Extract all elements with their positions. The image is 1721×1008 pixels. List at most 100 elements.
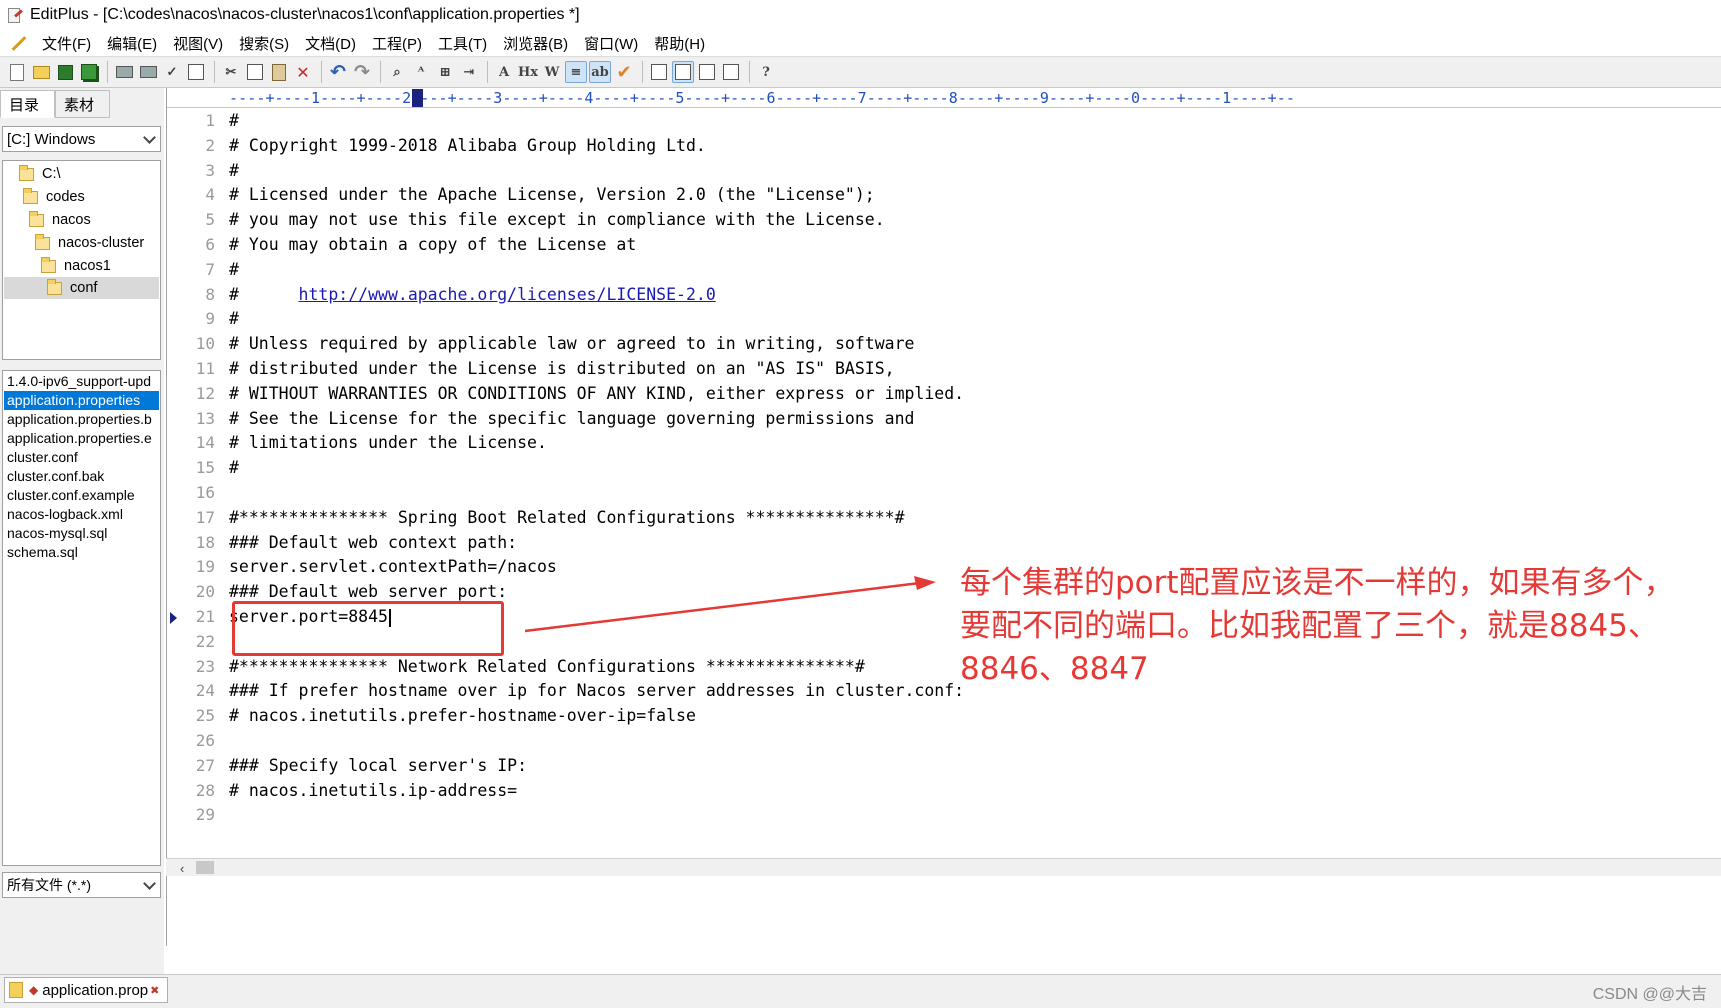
menu-project[interactable]: 工程(P) (372, 33, 422, 54)
check-button[interactable]: ✔ (613, 61, 635, 83)
open-file-button[interactable] (30, 61, 52, 83)
file-list-item[interactable]: 1.4.0-ipv6_support-upd (4, 372, 159, 391)
goto-line-button[interactable]: ⇥ (458, 61, 480, 83)
cut-button[interactable]: ✂ (220, 61, 242, 83)
line-number-button[interactable]: ≡ (565, 61, 587, 83)
file-list-item[interactable]: nacos-mysql.sql (4, 524, 159, 543)
file-list-item[interactable]: application.properties.b (4, 410, 159, 429)
save-all-button[interactable] (78, 61, 100, 83)
menu-window[interactable]: 窗口(W) (584, 33, 638, 54)
close-icon[interactable]: ✖ (150, 984, 159, 997)
file-list-item[interactable]: nacos-logback.xml (4, 505, 159, 524)
print-preview-icon (115, 66, 133, 78)
code-line[interactable]: # you may not use this file except in co… (229, 209, 885, 232)
file-list-item-selected[interactable]: application.properties (4, 391, 159, 410)
menu-help[interactable]: 帮助(H) (654, 33, 705, 54)
menu-edit[interactable]: 编辑(E) (107, 33, 157, 54)
help-button[interactable]: ? (755, 61, 777, 83)
code-line[interactable]: # limitations under the License. (229, 432, 547, 455)
find-button[interactable]: ⌕ (386, 61, 408, 83)
replace-button[interactable]: ᴬ (410, 61, 432, 83)
file-list-item[interactable]: cluster.conf (4, 448, 159, 467)
file-list-item[interactable]: schema.sql (4, 543, 159, 562)
document-tab[interactable]: ◆ application.prop ✖ (4, 977, 169, 1003)
code-line[interactable]: # See the License for the specific langu… (229, 408, 914, 431)
code-line[interactable]: ### If prefer hostname over ip for Nacos… (229, 680, 964, 703)
ruler-button[interactable]: ab (589, 61, 611, 83)
line-number: 2 (205, 135, 215, 155)
tab-cliptext[interactable]: 素材 (55, 90, 110, 118)
code-line[interactable]: # (229, 308, 239, 331)
menu-file[interactable]: 文件(F) (42, 33, 91, 54)
watermark: CSDN @@大吉 (1592, 986, 1707, 1003)
checkmark-icon: ✔ (616, 61, 632, 83)
scrollbar-thumb[interactable] (196, 861, 214, 874)
license-link[interactable]: http://www.apache.org/licenses/LICENSE-2… (299, 285, 716, 304)
scroll-left-icon[interactable]: ‹ (180, 861, 184, 876)
code-line-text: # You may obtain a copy of the License a… (229, 235, 637, 254)
toolbar-separator (214, 61, 215, 83)
tab-directory[interactable]: 目录 (0, 90, 55, 118)
code-line[interactable]: #*************** Network Related Configu… (229, 656, 865, 679)
menu-tools[interactable]: 工具(T) (438, 33, 487, 54)
code-line[interactable]: # (229, 110, 239, 133)
code-line[interactable]: #*************** Spring Boot Related Con… (229, 507, 905, 530)
paste-button[interactable] (268, 61, 290, 83)
find-in-files-button[interactable]: ⊞ (434, 61, 456, 83)
copy-button[interactable] (244, 61, 266, 83)
horizontal-scrollbar[interactable]: ‹ (166, 858, 1721, 876)
code-line[interactable]: ### Default web context path: (229, 532, 517, 555)
font-button[interactable]: A (493, 61, 515, 83)
directory-window-button[interactable] (648, 61, 670, 83)
code-line[interactable]: # Unless required by applicable law or a… (229, 333, 914, 356)
delete-button[interactable]: ✕ (292, 61, 314, 83)
code-line[interactable]: # Licensed under the Apache License, Ver… (229, 184, 875, 207)
code-line[interactable]: # WITHOUT WARRANTIES OR CONDITIONS OF AN… (229, 383, 964, 406)
tree-item[interactable]: codes (23, 186, 159, 208)
tree-item[interactable]: nacos1 (41, 255, 159, 277)
tree-item[interactable]: C:\ (19, 163, 159, 185)
chevron-down-icon (143, 877, 156, 890)
print-preview-button[interactable] (113, 61, 135, 83)
cliptext-window-button[interactable] (672, 61, 694, 83)
print-button[interactable] (137, 61, 159, 83)
spellcheck-button[interactable]: ✓ (161, 61, 183, 83)
code-line[interactable]: server.servlet.contextPath=/nacos (229, 556, 557, 579)
file-list-item[interactable]: cluster.conf.bak (4, 467, 159, 486)
code-line[interactable]: # You may obtain a copy of the License a… (229, 234, 636, 257)
output-window-button[interactable] (696, 61, 718, 83)
editor-pane[interactable]: ----+----1----+----2----+----3----+----4… (166, 88, 1721, 946)
code-line[interactable]: # (229, 259, 239, 282)
new-file-button[interactable] (6, 61, 28, 83)
code-line-text: # you may not use this file except in co… (229, 210, 885, 230)
file-icon (9, 982, 23, 998)
file-list-item[interactable]: cluster.conf.example (4, 486, 159, 505)
redo-button[interactable]: ↷ (351, 61, 373, 83)
code-line[interactable]: # (229, 457, 239, 480)
code-line[interactable]: # (229, 160, 239, 183)
menu-document[interactable]: 文档(D) (305, 33, 356, 54)
folder-icon (23, 187, 38, 204)
code-line[interactable]: # Copyright 1999-2018 Alibaba Group Hold… (229, 135, 706, 158)
menu-view[interactable]: 视图(V) (173, 33, 223, 54)
delete-icon: ✕ (296, 62, 310, 82)
browser-preview-button[interactable] (185, 61, 207, 83)
code-line[interactable]: # nacos.inetutils.prefer-hostname-over-i… (229, 705, 696, 728)
drive-select[interactable]: [C:] Windows (2, 126, 161, 152)
word-wrap-button[interactable]: W (541, 61, 563, 83)
code-line[interactable]: # nacos.inetutils.ip-address= (229, 780, 517, 803)
tree-item[interactable]: nacos-cluster (35, 232, 159, 254)
code-line[interactable]: ### Specify local server's IP: (229, 755, 527, 778)
tree-item-selected[interactable]: conf (4, 277, 159, 299)
menu-browser[interactable]: 浏览器(B) (503, 33, 568, 54)
file-list-item[interactable]: application.properties.e (4, 429, 159, 448)
file-filter-select[interactable]: 所有文件 (*.*) (2, 872, 161, 898)
tree-item[interactable]: nacos (29, 209, 159, 231)
html-toolbar-button[interactable]: Hx (517, 61, 539, 83)
save-button[interactable] (54, 61, 76, 83)
code-line[interactable]: # http://www.apache.org/licenses/LICENSE… (229, 284, 716, 307)
code-line[interactable]: # distributed under the License is distr… (229, 358, 895, 381)
menu-search[interactable]: 搜索(S) (239, 33, 289, 54)
undo-button[interactable]: ↶ (327, 61, 349, 83)
fullscreen-button[interactable] (720, 61, 742, 83)
